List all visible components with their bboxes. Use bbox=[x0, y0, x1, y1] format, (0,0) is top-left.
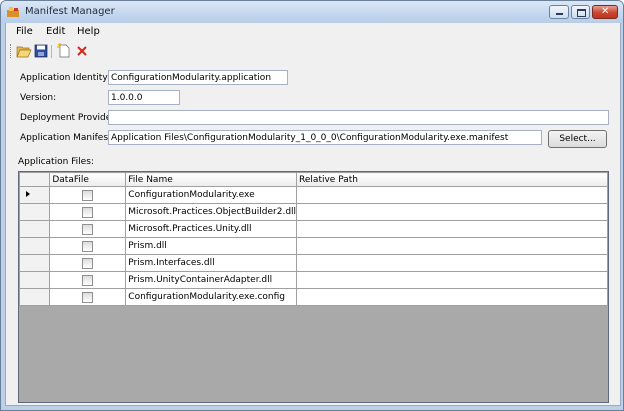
files-label: Application Files: bbox=[18, 157, 94, 167]
filename-cell[interactable]: ConfigurationModularity.exe bbox=[125, 186, 298, 204]
filename-cell[interactable]: Prism.dll bbox=[125, 237, 298, 255]
maximize-button[interactable] bbox=[571, 5, 590, 19]
datafile-cell[interactable] bbox=[49, 254, 127, 272]
datafile-checkbox[interactable] bbox=[82, 240, 94, 252]
toolbar-grip[interactable] bbox=[10, 44, 13, 58]
row-header[interactable] bbox=[19, 237, 51, 255]
filename-cell[interactable]: ConfigurationModularity.exe.config bbox=[125, 288, 298, 306]
column-relpath[interactable]: Relative Path bbox=[296, 172, 608, 187]
datafile-checkbox[interactable] bbox=[82, 274, 94, 286]
column-datafile[interactable]: DataFile bbox=[49, 172, 127, 187]
relpath-cell[interactable] bbox=[296, 220, 608, 238]
minimize-icon bbox=[556, 13, 563, 15]
version-field[interactable]: 1.0.0.0 bbox=[108, 90, 180, 105]
provider-field[interactable] bbox=[108, 110, 609, 125]
datafile-cell[interactable] bbox=[49, 203, 127, 221]
save-icon[interactable] bbox=[33, 43, 49, 59]
row-header[interactable] bbox=[19, 271, 51, 289]
row-header[interactable] bbox=[19, 254, 51, 272]
manifest-label: Application Manifest: bbox=[20, 133, 115, 143]
column-filename[interactable]: File Name bbox=[125, 172, 298, 187]
row-header[interactable] bbox=[19, 203, 51, 221]
files-table: DataFile File Name Relative Path Configu… bbox=[19, 172, 608, 306]
table-row[interactable]: Microsoft.Practices.ObjectBuilder2.dll bbox=[19, 203, 608, 221]
menu-bar: File Edit Help bbox=[6, 23, 620, 41]
table-row[interactable]: Prism.dll bbox=[19, 237, 608, 255]
version-label: Version: bbox=[20, 93, 57, 103]
datafile-checkbox[interactable] bbox=[82, 291, 94, 303]
menu-file[interactable]: File bbox=[16, 26, 33, 37]
table-row[interactable]: ConfigurationModularity.exe.config bbox=[19, 288, 608, 306]
datafile-cell[interactable] bbox=[49, 237, 127, 255]
menu-help[interactable]: Help bbox=[77, 26, 100, 37]
provider-label: Deployment Provider: bbox=[20, 113, 118, 123]
datafile-cell[interactable] bbox=[49, 186, 127, 204]
row-header[interactable] bbox=[19, 220, 51, 238]
relpath-cell[interactable] bbox=[296, 271, 608, 289]
current-row-arrow-icon bbox=[26, 191, 30, 197]
relpath-cell[interactable] bbox=[296, 186, 608, 204]
title-bar[interactable]: Manifest Manager ✕ bbox=[1, 1, 623, 23]
close-button[interactable]: ✕ bbox=[592, 5, 618, 19]
relpath-cell[interactable] bbox=[296, 237, 608, 255]
datafile-cell[interactable] bbox=[49, 271, 127, 289]
main-window: Manifest Manager ✕ File Edit Help Applic… bbox=[0, 0, 624, 411]
header-corner[interactable] bbox=[19, 172, 51, 187]
filename-cell[interactable]: Prism.Interfaces.dll bbox=[125, 254, 298, 272]
datafile-checkbox[interactable] bbox=[82, 206, 94, 218]
row-header[interactable] bbox=[19, 288, 51, 306]
datafile-cell[interactable] bbox=[49, 288, 127, 306]
open-folder-icon[interactable] bbox=[16, 43, 32, 59]
identity-field[interactable]: ConfigurationModularity.application bbox=[108, 70, 288, 85]
table-row[interactable]: Prism.UnityContainerAdapter.dll bbox=[19, 271, 608, 289]
toolbar-separator bbox=[51, 45, 52, 58]
toolbar bbox=[6, 41, 620, 61]
grid-header: DataFile File Name Relative Path bbox=[19, 172, 608, 187]
filename-cell[interactable]: Microsoft.Practices.ObjectBuilder2.dll bbox=[125, 203, 298, 221]
files-grid[interactable]: DataFile File Name Relative Path Configu… bbox=[18, 171, 609, 403]
delete-icon[interactable] bbox=[74, 43, 90, 59]
new-file-icon[interactable] bbox=[56, 43, 72, 59]
client-area: File Edit Help Application Identity: Con… bbox=[5, 23, 621, 406]
table-row[interactable]: Prism.Interfaces.dll bbox=[19, 254, 608, 272]
identity-label: Application Identity: bbox=[20, 73, 111, 83]
relpath-cell[interactable] bbox=[296, 288, 608, 306]
maximize-icon bbox=[577, 9, 586, 17]
table-row[interactable]: ConfigurationModularity.exe bbox=[19, 186, 608, 204]
close-icon: ✕ bbox=[601, 6, 610, 17]
minimize-button[interactable] bbox=[549, 5, 569, 19]
datafile-checkbox[interactable] bbox=[82, 257, 94, 269]
filename-cell[interactable]: Microsoft.Practices.Unity.dll bbox=[125, 220, 298, 238]
datafile-cell[interactable] bbox=[49, 220, 127, 238]
filename-cell[interactable]: Prism.UnityContainerAdapter.dll bbox=[125, 271, 298, 289]
menu-edit[interactable]: Edit bbox=[46, 26, 65, 37]
manifest-field[interactable]: Application Files\ConfigurationModularit… bbox=[108, 130, 542, 145]
relpath-cell[interactable] bbox=[296, 203, 608, 221]
select-button[interactable]: Select... bbox=[548, 130, 607, 148]
window-title: Manifest Manager bbox=[25, 6, 115, 17]
datafile-checkbox[interactable] bbox=[82, 189, 94, 201]
relpath-cell[interactable] bbox=[296, 254, 608, 272]
table-row[interactable]: Microsoft.Practices.Unity.dll bbox=[19, 220, 608, 238]
app-icon bbox=[7, 7, 19, 17]
datafile-checkbox[interactable] bbox=[82, 223, 94, 235]
row-header-current[interactable] bbox=[19, 186, 51, 204]
